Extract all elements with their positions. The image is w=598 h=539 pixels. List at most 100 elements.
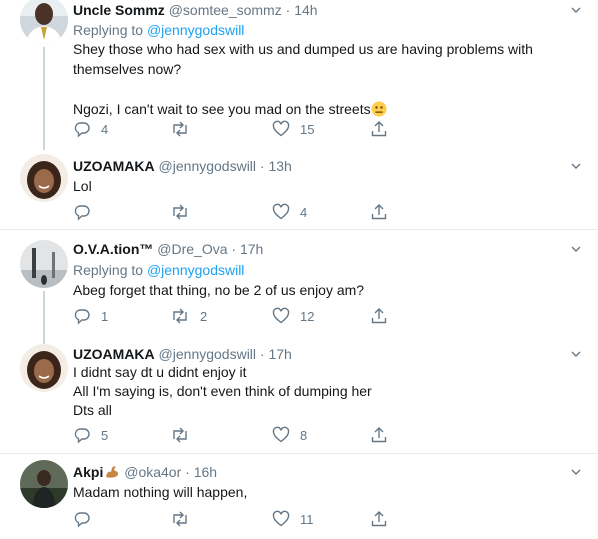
heart-icon xyxy=(272,120,290,137)
display-name[interactable]: Akpi xyxy=(73,464,103,480)
tweet-actions: 5 8 xyxy=(73,425,403,445)
like-button[interactable]: 15 xyxy=(272,119,314,139)
tweet-text-line: Dts all xyxy=(73,402,112,418)
handle[interactable]: @oka4or xyxy=(124,464,181,480)
share-button[interactable] xyxy=(370,202,388,222)
avatar[interactable] xyxy=(20,154,68,202)
handle[interactable]: @somtee_sommz xyxy=(169,2,282,18)
thread-line xyxy=(43,291,45,347)
display-name[interactable]: Uncle Sommz xyxy=(73,2,165,18)
like-button[interactable]: 11 xyxy=(272,509,314,529)
timestamp[interactable]: 14h xyxy=(294,2,317,18)
divider xyxy=(0,229,598,230)
share-icon xyxy=(371,121,387,137)
share-button[interactable] xyxy=(370,509,388,529)
mention-link[interactable]: @jennygodswill xyxy=(147,22,244,38)
share-button[interactable] xyxy=(370,119,388,139)
display-name[interactable]: O.V.A.tion™ xyxy=(73,241,153,257)
share-icon xyxy=(371,511,387,527)
flexed-biceps-emoji xyxy=(106,466,119,478)
retweet-button[interactable] xyxy=(170,119,200,139)
tweet[interactable]: UZOAMAKA @jennygodswill · 17h I didnt sa… xyxy=(0,340,598,450)
replying-to-label: Replying to xyxy=(73,22,144,38)
tweet-actions: 11 xyxy=(73,509,403,529)
separator-dot: · xyxy=(185,464,190,480)
chevron-down-icon[interactable] xyxy=(570,160,582,172)
chevron-down-icon[interactable] xyxy=(570,243,582,255)
tweet-text-line: Lol xyxy=(73,178,92,194)
tweet-actions: 4 15 xyxy=(73,119,403,139)
retweet-icon xyxy=(173,308,187,324)
display-name[interactable]: UZOAMAKA xyxy=(73,346,155,362)
tweet-text-line: Madam nothing will happen, xyxy=(73,484,248,500)
reply-count: 4 xyxy=(101,121,109,137)
retweet-button[interactable]: 2 xyxy=(170,306,207,326)
tweet-header: Akpi @oka4or · 16h xyxy=(73,463,217,481)
chevron-down-icon[interactable] xyxy=(570,4,582,16)
like-count: 11 xyxy=(300,511,314,527)
tweet-header: UZOAMAKA @jennygodswill · 13h xyxy=(73,157,292,175)
tweet-text-line: All I'm saying is, don't even think of d… xyxy=(73,383,372,399)
heart-icon xyxy=(272,426,290,443)
tweet[interactable]: UZOAMAKA @jennygodswill · 13h Lol 4 xyxy=(0,150,598,228)
avatar[interactable] xyxy=(20,240,68,288)
retweet-count: 2 xyxy=(200,308,208,324)
heart-icon xyxy=(272,203,290,220)
reply-count: 5 xyxy=(101,427,109,443)
timestamp[interactable]: 13h xyxy=(268,158,291,174)
tweet-text: Shey those who had sex with us and dumpe… xyxy=(73,39,573,119)
chevron-down-icon[interactable] xyxy=(570,466,582,478)
share-button[interactable] xyxy=(370,425,388,445)
reply-button[interactable]: 1 xyxy=(73,306,108,326)
timestamp[interactable]: 17h xyxy=(268,346,291,362)
retweet-icon xyxy=(173,511,187,527)
share-icon xyxy=(371,204,387,220)
heart-icon xyxy=(272,307,290,324)
reply-button[interactable]: 4 xyxy=(73,119,108,139)
like-button[interactable]: 4 xyxy=(272,202,307,222)
retweet-icon xyxy=(173,121,187,137)
tweet-text: Madam nothing will happen, xyxy=(73,482,573,502)
like-button[interactable]: 8 xyxy=(272,425,307,445)
mention-link[interactable]: @jennygodswill xyxy=(147,262,244,278)
handle[interactable]: @jennygodswill xyxy=(159,346,256,362)
retweet-button[interactable] xyxy=(170,425,200,445)
neutral-face-emoji xyxy=(371,101,387,117)
like-button[interactable]: 12 xyxy=(272,306,314,326)
separator-dot: · xyxy=(259,346,265,362)
chevron-down-icon[interactable] xyxy=(570,348,582,360)
reply-button[interactable] xyxy=(73,202,101,222)
like-count: 15 xyxy=(300,121,315,137)
timestamp[interactable]: 16h xyxy=(194,464,217,480)
separator-dot: · xyxy=(259,158,265,174)
replying-to: Replying to @jennygodswill xyxy=(73,261,244,279)
tweet-text-line: I didnt say dt u didnt enjoy it xyxy=(73,364,247,380)
handle[interactable]: @jennygodswill xyxy=(159,158,256,174)
like-count: 8 xyxy=(300,427,308,443)
replying-to-label: Replying to xyxy=(73,262,144,278)
avatar[interactable] xyxy=(20,0,68,44)
share-icon xyxy=(371,308,387,324)
tweet-header: Uncle Sommz @somtee_sommz · 14h xyxy=(73,1,318,19)
display-name[interactable]: UZOAMAKA xyxy=(73,158,155,174)
avatar[interactable] xyxy=(20,460,68,508)
tweet[interactable]: Uncle Sommz @somtee_sommz · 14h Replying… xyxy=(0,0,598,150)
timestamp[interactable]: 17h xyxy=(240,241,263,257)
reply-icon xyxy=(74,205,90,221)
reply-icon xyxy=(74,122,90,138)
tweet[interactable]: Akpi @oka4or · 16h Madam nothing will ha… xyxy=(0,456,598,539)
reply-button[interactable]: 5 xyxy=(73,425,108,445)
retweet-button[interactable] xyxy=(170,509,200,529)
avatar[interactable] xyxy=(20,344,68,392)
share-button[interactable] xyxy=(370,306,388,326)
handle[interactable]: @Dre_Ova xyxy=(157,241,227,257)
tweet-timeline: Uncle Sommz @somtee_sommz · 14h Replying… xyxy=(0,0,598,539)
reply-button[interactable] xyxy=(73,509,101,529)
tweet-text: I didnt say dt u didnt enjoy it All I'm … xyxy=(73,363,573,420)
tweet[interactable]: O.V.A.tion™ @Dre_Ova · 17h Replying to @… xyxy=(0,232,598,347)
tweet-actions: 4 xyxy=(73,202,403,222)
thread-line xyxy=(43,47,45,150)
retweet-icon xyxy=(173,427,187,443)
retweet-button[interactable] xyxy=(170,202,200,222)
reply-icon xyxy=(74,428,90,444)
